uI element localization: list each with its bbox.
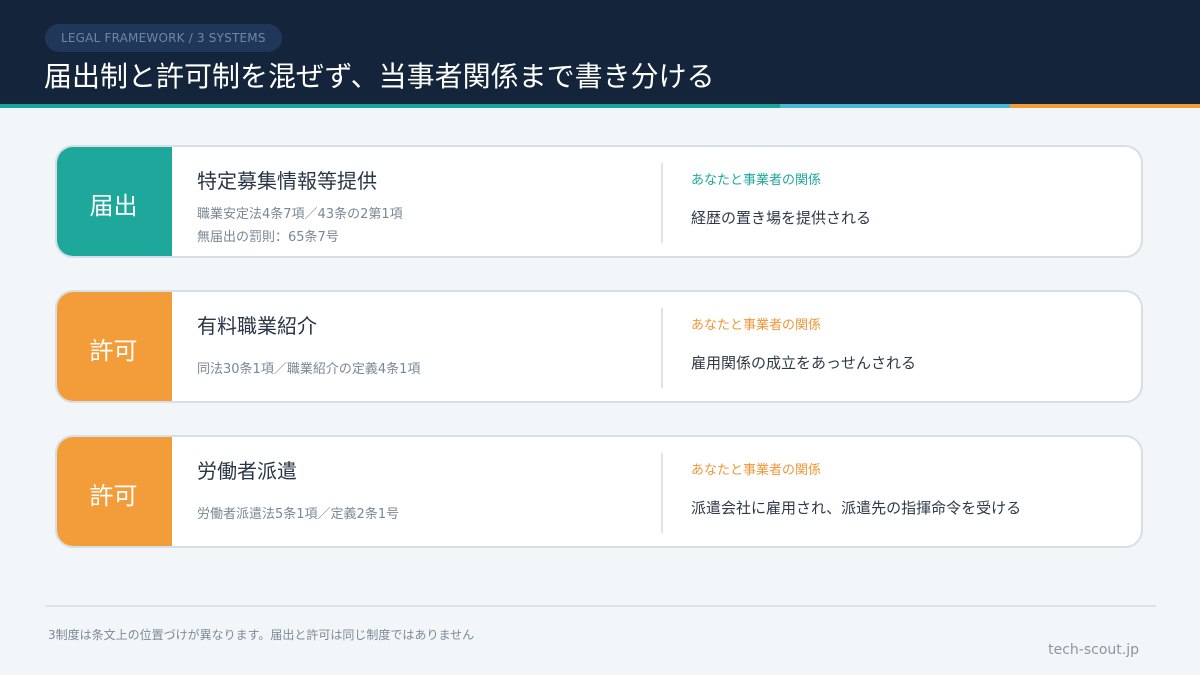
relationship-label: あなたと事業者の関係 <box>691 318 822 333</box>
system-card-notification: 届出 特定募集情報等提供 職業安定法4条7項／43条の2第1項 無届出の罰則：6… <box>55 145 1143 258</box>
relationship-text: 経歴の置き場を提供される <box>691 209 872 227</box>
system-name: 労働者派遣 <box>197 459 297 483</box>
accent-stripe-blue <box>780 104 1010 108</box>
card-divider <box>661 308 663 388</box>
card-divider <box>661 163 663 243</box>
relationship-text: 雇用関係の成立をあっせんされる <box>691 354 917 372</box>
system-name: 特定募集情報等提供 <box>197 169 377 193</box>
system-badge: 許可 <box>57 437 172 546</box>
footer-note: 3制度は条文上の位置づけが異なります。届出と許可は同じ制度ではありません <box>48 628 475 642</box>
relationship-label: あなたと事業者の関係 <box>691 463 822 478</box>
legal-ref-line: 労働者派遣法5条1項／定義2条1号 <box>197 507 400 522</box>
legal-ref-line: 無届出の罰則：65条7号 <box>197 230 339 245</box>
system-card-dispatch: 許可 労働者派遣 労働者派遣法5条1項／定義2条1号 あなたと事業者の関係 派遣… <box>55 435 1143 548</box>
legal-ref-line: 同法30条1項／職業紹介の定義4条1項 <box>197 362 421 377</box>
footer-brand: tech-scout.jp <box>1048 642 1139 658</box>
system-card-placement: 許可 有料職業紹介 同法30条1項／職業紹介の定義4条1項 あなたと事業者の関係… <box>55 290 1143 403</box>
relationship-text: 派遣会社に雇用され、派遣先の指揮命令を受ける <box>691 499 1022 517</box>
accent-stripe-teal <box>0 104 780 108</box>
relationship-label: あなたと事業者の関係 <box>691 173 822 188</box>
system-badge: 届出 <box>57 147 172 256</box>
system-name: 有料職業紹介 <box>197 314 317 338</box>
card-divider <box>661 453 663 533</box>
section-tag: LEGAL FRAMEWORK / 3 SYSTEMS <box>45 24 282 52</box>
footer-divider <box>45 605 1156 607</box>
header-bar: LEGAL FRAMEWORK / 3 SYSTEMS 届出制と許可制を混ぜず、… <box>0 0 1200 104</box>
accent-stripe-orange <box>1010 104 1200 108</box>
page-title: 届出制と許可制を混ぜず、当事者関係まで書き分ける <box>44 60 715 93</box>
system-badge: 許可 <box>57 292 172 401</box>
legal-ref-line: 職業安定法4条7項／43条の2第1項 <box>197 207 403 222</box>
system-legal-refs: 労働者派遣法5条1項／定義2条1号 <box>197 503 399 526</box>
system-legal-refs: 職業安定法4条7項／43条の2第1項 無届出の罰則：65条7号 <box>197 203 403 249</box>
system-legal-refs: 同法30条1項／職業紹介の定義4条1項 <box>197 358 420 381</box>
